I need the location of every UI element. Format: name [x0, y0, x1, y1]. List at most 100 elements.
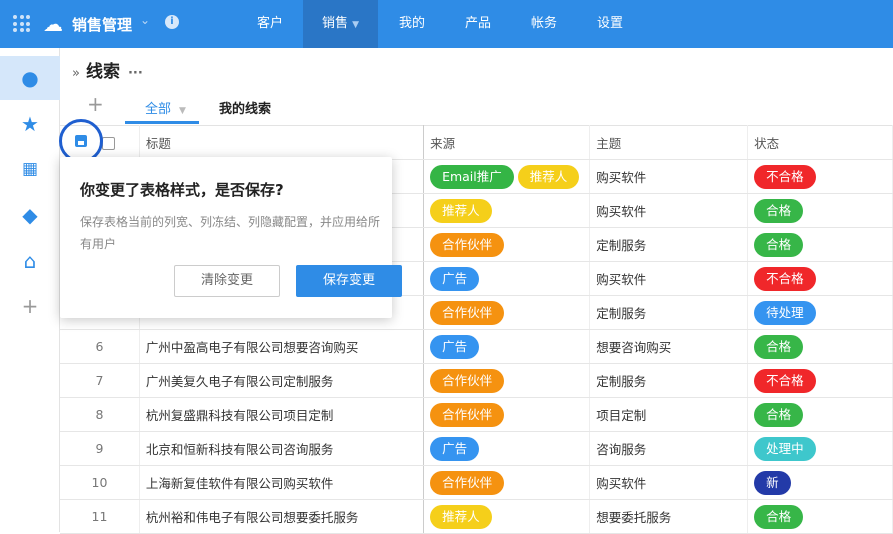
column-subject[interactable]: 主题	[589, 125, 749, 160]
table-row[interactable]: 10 上海新复佳软件有限公司购买软件 合作伙伴 购买软件 新	[60, 465, 893, 500]
subject-cell[interactable]: 想要咨询购买	[589, 329, 749, 364]
subject-cell[interactable]: 购买软件	[589, 159, 749, 194]
nav-customers[interactable]: 客户	[243, 0, 297, 48]
expand-icon[interactable]: »	[72, 66, 80, 81]
subject-cell[interactable]: 定制服务	[589, 363, 749, 398]
source-cell[interactable]: 推荐人	[423, 193, 591, 228]
top-bar: ☁ 销售管理 ⌄ i 客户 销售 ▼ 我的 产品 帐务 设置	[0, 0, 893, 48]
nav-sales-label: 销售	[321, 16, 348, 31]
status-badge: 不合格	[754, 266, 816, 291]
nav-sales[interactable]: 销售 ▼	[303, 0, 378, 48]
subject-cell[interactable]: 购买软件	[589, 465, 749, 500]
nav-settings[interactable]: 设置	[583, 0, 637, 48]
app-grid-icon[interactable]	[13, 15, 30, 32]
app-title[interactable]: 销售管理	[72, 14, 132, 35]
tab-my-leads[interactable]: 我的线索	[219, 98, 271, 117]
source-cell[interactable]: Email推广 推荐人	[423, 159, 591, 194]
status-badge: 待处理	[754, 300, 816, 325]
tab-all[interactable]: 全部 ▼	[145, 98, 186, 117]
board-icon[interactable]: ▦	[0, 147, 60, 191]
table-row[interactable]: 7 广州美复久电子有限公司定制服务 合作伙伴 定制服务 不合格	[60, 363, 893, 398]
subject-cell[interactable]: 购买软件	[589, 261, 749, 296]
title-cell[interactable]: 上海新复佳软件有限公司购买软件	[139, 465, 425, 500]
status-cell[interactable]: 新	[747, 465, 893, 500]
clear-changes-button[interactable]: 清除变更	[174, 265, 280, 297]
star-icon[interactable]: ★	[0, 102, 60, 146]
sidebar: ● ★ ▦ ◆ ⌂ +	[0, 48, 60, 532]
home-icon[interactable]: ⌂	[0, 239, 60, 283]
source-cell[interactable]: 推荐人	[423, 499, 591, 534]
row-number: 8	[60, 397, 140, 432]
row-number: 6	[60, 329, 140, 364]
select-all-checkbox[interactable]	[102, 137, 115, 150]
nav-products[interactable]: 产品	[451, 0, 505, 48]
status-cell[interactable]: 处理中	[747, 431, 893, 466]
status-cell[interactable]: 合格	[747, 499, 893, 534]
status-badge: 合格	[754, 504, 804, 529]
status-cell[interactable]: 不合格	[747, 261, 893, 296]
status-cell[interactable]: 不合格	[747, 159, 893, 194]
status-cell[interactable]: 不合格	[747, 363, 893, 398]
caret-down-icon[interactable]: ▼	[179, 106, 186, 116]
add-icon[interactable]: +	[0, 284, 60, 328]
table-row[interactable]: 8 杭州复盛鼎科技有限公司项目定制 合作伙伴 项目定制 合格	[60, 397, 893, 432]
source-cell[interactable]: 广告	[423, 329, 591, 364]
piggy-bank-icon[interactable]: ◆	[0, 193, 60, 237]
table-row[interactable]: 9 北京和恒新科技有限公司咨询服务 广告 咨询服务 处理中	[60, 431, 893, 466]
source-cell[interactable]: 广告	[423, 261, 591, 296]
save-layout-popover: 你变更了表格样式，是否保存? 保存表格当前的列宽、列冻结、列隐藏配置，并应用给所…	[60, 157, 402, 318]
chevron-down-icon[interactable]: ⌄	[140, 13, 150, 27]
column-status[interactable]: 状态	[747, 125, 893, 160]
source-cell[interactable]: 合作伙伴	[423, 295, 591, 330]
source-cell[interactable]: 合作伙伴	[423, 363, 591, 398]
subject-cell[interactable]: 定制服务	[589, 295, 749, 330]
source-tag: 合作伙伴	[430, 232, 505, 257]
nav-accounts[interactable]: 帐务	[517, 0, 571, 48]
table-row[interactable]: 11 杭州裕和伟电子有限公司想要委托服务 推荐人 想要委托服务 合格	[60, 499, 893, 534]
location-pin-icon[interactable]: ●	[0, 56, 60, 100]
title-cell[interactable]: 广州美复久电子有限公司定制服务	[139, 363, 425, 398]
subject-cell[interactable]: 项目定制	[589, 397, 749, 432]
title-cell[interactable]: 北京和恒新科技有限公司咨询服务	[139, 431, 425, 466]
subject-cell[interactable]: 咨询服务	[589, 431, 749, 466]
more-icon[interactable]: ···	[128, 66, 143, 81]
subject-cell[interactable]: 定制服务	[589, 227, 749, 262]
title-cell[interactable]: 杭州复盛鼎科技有限公司项目定制	[139, 397, 425, 432]
source-tag: 合作伙伴	[430, 470, 505, 495]
source-tag: 推荐人	[517, 164, 580, 189]
status-badge: 不合格	[754, 368, 816, 393]
status-badge: 新	[754, 470, 791, 495]
source-cell[interactable]: 合作伙伴	[423, 465, 591, 500]
status-badge: 不合格	[754, 164, 816, 189]
status-cell[interactable]: 合格	[747, 227, 893, 262]
column-title[interactable]: 标题	[139, 125, 425, 160]
status-badge: 合格	[754, 402, 804, 427]
column-source[interactable]: 来源	[423, 125, 591, 160]
save-changes-button[interactable]: 保存变更	[296, 265, 402, 297]
status-cell[interactable]: 合格	[747, 397, 893, 432]
page-title: 线索	[85, 62, 120, 82]
cloud-icon: ☁	[43, 12, 63, 36]
source-cell[interactable]: 广告	[423, 431, 591, 466]
info-icon[interactable]: i	[165, 15, 179, 29]
active-tab-indicator	[125, 121, 199, 124]
status-cell[interactable]: 合格	[747, 193, 893, 228]
status-badge: 合格	[754, 232, 804, 257]
nav-mine[interactable]: 我的	[385, 0, 439, 48]
add-view-button[interactable]: +	[87, 92, 104, 116]
popover-title: 你变更了表格样式，是否保存?	[80, 181, 284, 199]
subject-cell[interactable]: 想要委托服务	[589, 499, 749, 534]
title-cell[interactable]: 广州中盈高电子有限公司想要咨询购买	[139, 329, 425, 364]
popover-body: 保存表格当前的列宽、列冻结、列隐藏配置，并应用给所有用户	[80, 215, 381, 251]
status-cell[interactable]: 待处理	[747, 295, 893, 330]
subject-cell[interactable]: 购买软件	[589, 193, 749, 228]
title-cell[interactable]: 杭州裕和伟电子有限公司想要委托服务	[139, 499, 425, 534]
status-badge: 合格	[754, 334, 804, 359]
row-number: 11	[60, 499, 140, 534]
table-row[interactable]: 6 广州中盈高电子有限公司想要咨询购买 广告 想要咨询购买 合格	[60, 329, 893, 364]
source-tag: Email推广	[430, 164, 514, 189]
status-cell[interactable]: 合格	[747, 329, 893, 364]
source-cell[interactable]: 合作伙伴	[423, 397, 591, 432]
source-cell[interactable]: 合作伙伴	[423, 227, 591, 262]
source-tag: 合作伙伴	[430, 368, 505, 393]
